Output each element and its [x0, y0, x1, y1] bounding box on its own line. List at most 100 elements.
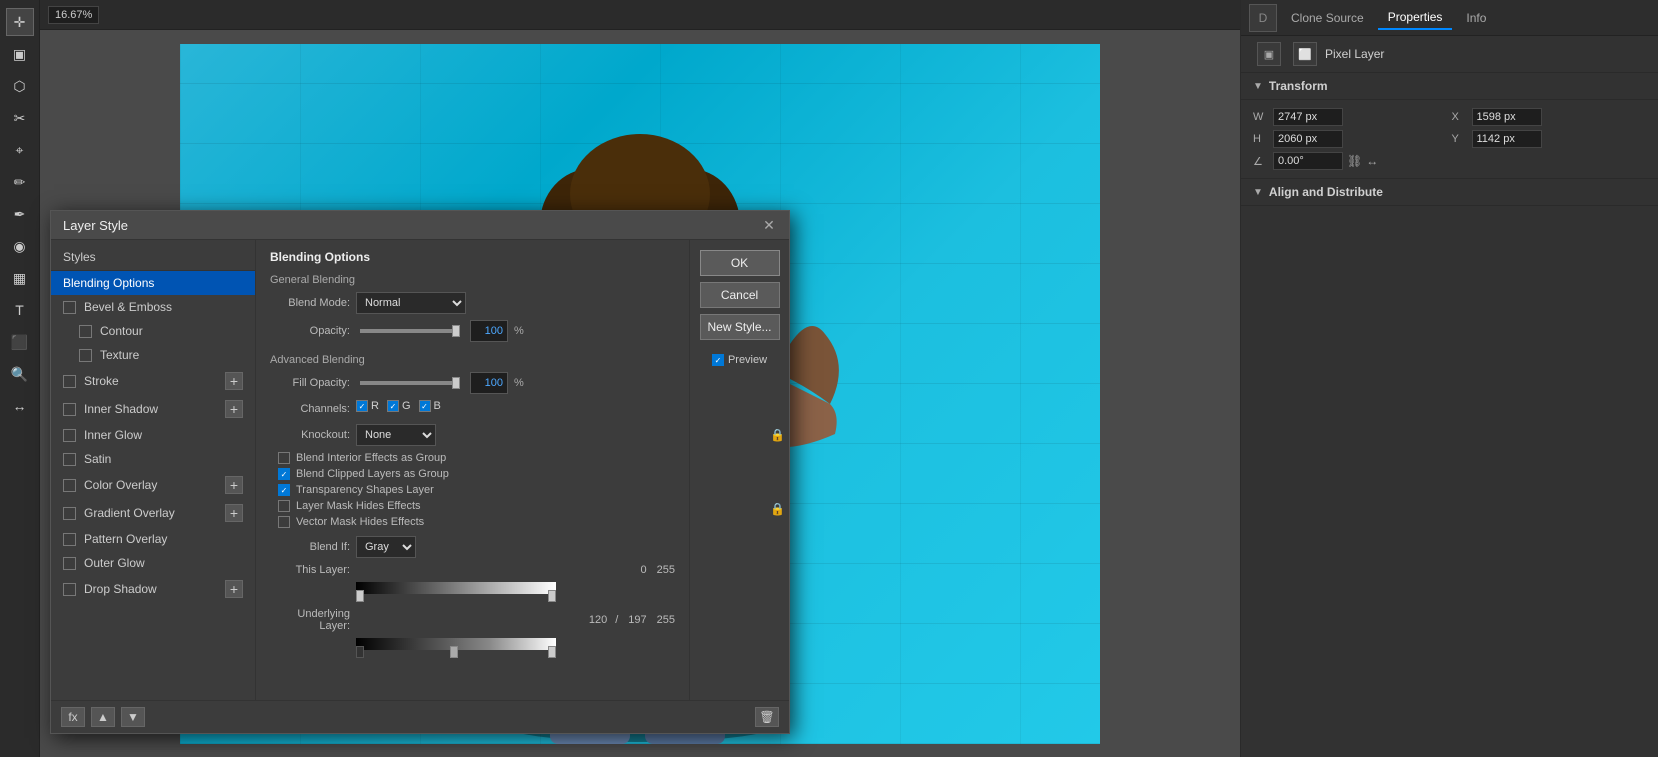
style-inner-shadow[interactable]: Inner Shadow + [51, 395, 255, 423]
preview-checkbox[interactable]: ✓ [712, 354, 724, 366]
color-overlay-add-btn[interactable]: + [225, 476, 243, 494]
inner-glow-checkbox[interactable] [63, 429, 76, 442]
type-tool[interactable]: T [6, 296, 34, 324]
new-style-button[interactable]: New Style... [700, 314, 780, 340]
cancel-button[interactable]: Cancel [700, 282, 780, 308]
ok-button[interactable]: OK [700, 250, 780, 276]
transparency-shapes-checkbox[interactable]: ✓ [278, 484, 290, 496]
style-color-overlay[interactable]: Color Overlay + [51, 471, 255, 499]
color-overlay-checkbox[interactable] [63, 479, 76, 492]
select-tool[interactable]: ✛ [6, 8, 34, 36]
drop-shadow-checkbox[interactable] [63, 583, 76, 596]
underlying-mid-thumb[interactable] [450, 646, 458, 658]
style-drop-shadow[interactable]: Drop Shadow + [51, 575, 255, 603]
channels-label: Channels: [270, 403, 350, 415]
crop-tool[interactable]: ✂ [6, 104, 34, 132]
stroke-add-btn[interactable]: + [225, 372, 243, 390]
gradient-tool[interactable]: ▦ [6, 264, 34, 292]
underlying-right-thumb[interactable] [548, 646, 556, 658]
channel-b-label: B [434, 400, 441, 412]
style-satin[interactable]: Satin [51, 447, 255, 471]
down-button[interactable]: ▼ [121, 707, 145, 727]
style-inner-glow[interactable]: Inner Glow [51, 423, 255, 447]
style-outer-glow[interactable]: Outer Glow [51, 551, 255, 575]
satin-checkbox[interactable] [63, 453, 76, 466]
y-input[interactable] [1472, 130, 1542, 148]
lasso-tool[interactable]: ⬡ [6, 72, 34, 100]
top-bar: 16.67% [40, 0, 1240, 30]
move-tool[interactable]: ⌖ [6, 136, 34, 164]
drop-shadow-label: Drop Shadow [84, 582, 157, 596]
knockout-select[interactable]: None Shallow Deep [356, 424, 436, 446]
up-button[interactable]: ▲ [91, 707, 115, 727]
outer-glow-checkbox[interactable] [63, 557, 76, 570]
blend-if-channel-select[interactable]: Gray Red Green Blue [356, 536, 416, 558]
fill-opacity-input[interactable]: 100 [470, 372, 508, 394]
dialog-body: Styles Blending Options Bevel & Emboss C… [51, 240, 789, 700]
channel-r-label: R [371, 400, 379, 412]
clone-tool[interactable]: ◉ [6, 232, 34, 260]
inner-shadow-add-btn[interactable]: + [225, 400, 243, 418]
flip-icon: ↔ [1366, 154, 1378, 168]
x-input[interactable] [1472, 108, 1542, 126]
style-bevel-emboss[interactable]: Bevel & Emboss [51, 295, 255, 319]
stroke-checkbox[interactable] [63, 375, 76, 388]
dialog-close-button[interactable]: ✕ [761, 217, 777, 233]
angle-input[interactable] [1273, 152, 1343, 170]
fx-button[interactable]: fx [61, 707, 85, 727]
blend-interior-checkbox[interactable] [278, 452, 290, 464]
tab-clone-source[interactable]: Clone Source [1281, 7, 1374, 29]
drop-shadow-add-btn[interactable]: + [225, 580, 243, 598]
style-stroke[interactable]: Stroke + [51, 367, 255, 395]
style-contour[interactable]: Contour [51, 319, 255, 343]
bevel-emboss-checkbox[interactable] [63, 301, 76, 314]
marquee-tool[interactable]: ▣ [6, 40, 34, 68]
blend-mode-select[interactable]: Normal Dissolve Multiply Screen Overlay [356, 292, 466, 314]
style-gradient-overlay[interactable]: Gradient Overlay + [51, 499, 255, 527]
contour-checkbox[interactable] [79, 325, 92, 338]
tab-info[interactable]: Info [1456, 7, 1496, 29]
inner-shadow-checkbox[interactable] [63, 403, 76, 416]
layer-mask-hides-checkbox[interactable] [278, 500, 290, 512]
style-blending-options[interactable]: Blending Options [51, 271, 255, 295]
channel-b-checkbox[interactable]: ✓ [419, 400, 431, 412]
fill-opacity-fill [360, 381, 460, 385]
gradient-overlay-add-btn[interactable]: + [225, 504, 243, 522]
zoom-tool[interactable]: 🔍 [6, 360, 34, 388]
h-input[interactable] [1273, 130, 1343, 148]
fill-opacity-thumb[interactable] [452, 377, 460, 389]
brush-tool[interactable]: ✏ [6, 168, 34, 196]
w-input[interactable] [1273, 108, 1343, 126]
this-layer-slider[interactable] [356, 596, 556, 602]
align-section-header[interactable]: ▼ Align and Distribute [1241, 179, 1658, 206]
channel-g-checkbox[interactable]: ✓ [387, 400, 399, 412]
opacity-input[interactable]: 100 [470, 320, 508, 342]
blend-clipped-checkbox[interactable]: ✓ [278, 468, 290, 480]
blend-clipped-row: ✓ Blend Clipped Layers as Group [270, 468, 675, 480]
this-layer-right-thumb[interactable] [548, 590, 556, 602]
hand-tool[interactable]: ↔ [6, 392, 34, 420]
lock-bottom-icon: 🔒 [770, 502, 785, 516]
pen-tool[interactable]: ✒ [6, 200, 34, 228]
gradient-overlay-checkbox[interactable] [63, 507, 76, 520]
opacity-slider-track[interactable] [360, 329, 460, 333]
shape-tool[interactable]: ⬛ [6, 328, 34, 356]
underlying-left-thumb[interactable] [356, 646, 364, 658]
channel-r-checkbox[interactable]: ✓ [356, 400, 368, 412]
texture-checkbox[interactable] [79, 349, 92, 362]
underlying-layer-slider[interactable] [356, 652, 556, 658]
blend-interior-label: Blend Interior Effects as Group [296, 452, 446, 464]
tab-properties[interactable]: Properties [1378, 6, 1453, 30]
align-arrow: ▼ [1253, 187, 1263, 198]
style-texture[interactable]: Texture [51, 343, 255, 367]
transform-section-header[interactable]: ▼ Transform [1241, 73, 1658, 100]
this-layer-left-thumb[interactable] [356, 590, 364, 602]
opacity-slider-thumb[interactable] [452, 325, 460, 337]
style-pattern-overlay[interactable]: Pattern Overlay [51, 527, 255, 551]
vector-mask-hides-checkbox[interactable] [278, 516, 290, 528]
inner-glow-label: Inner Glow [84, 428, 142, 442]
delete-button[interactable]: 🗑 [755, 707, 779, 727]
pattern-overlay-checkbox[interactable] [63, 533, 76, 546]
fill-opacity-slider[interactable] [360, 381, 460, 385]
dialog-footer: fx ▲ ▼ 🗑 [51, 700, 789, 733]
